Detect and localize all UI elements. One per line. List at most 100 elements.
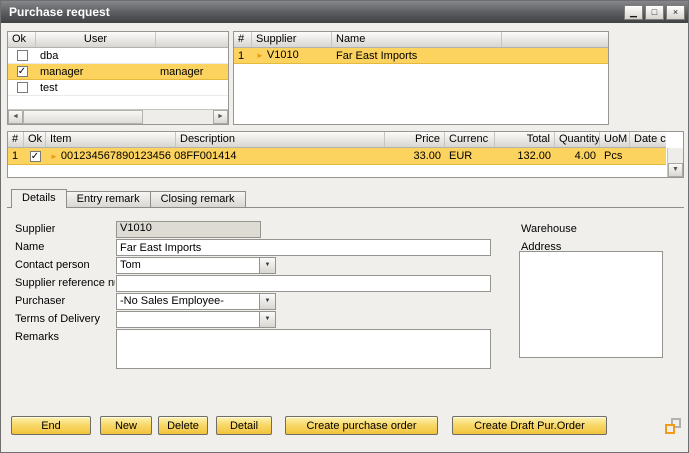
suppliers-col-num[interactable]: # <box>234 32 252 47</box>
row-number-cell: 1 <box>234 49 252 63</box>
detail-button[interactable]: Detail <box>216 416 272 435</box>
supplier-reference-input[interactable] <box>116 275 491 292</box>
items-vertical-scrollbar[interactable]: ▼ <box>667 148 683 177</box>
warehouse-label: Warehouse <box>521 221 577 237</box>
supplier-code: V1010 <box>267 49 299 61</box>
supplier-row[interactable]: 1 ►V1010 Far East Imports <box>234 48 608 64</box>
window-title: Purchase request <box>9 5 110 19</box>
name-input[interactable] <box>116 239 491 256</box>
users-table-header: Ok User <box>8 32 228 48</box>
users-col-ok[interactable]: Ok <box>8 32 36 47</box>
items-table: # Ok Item Description Price Currenc Tota… <box>7 131 684 178</box>
scroll-down-button[interactable]: ▼ <box>668 163 683 177</box>
ok-checkbox[interactable]: ✓ <box>17 66 28 77</box>
ok-checkbox[interactable] <box>17 50 28 61</box>
users-col-extra[interactable] <box>156 32 228 47</box>
items-col-ok[interactable]: Ok <box>24 132 46 147</box>
remarks-input[interactable] <box>116 329 491 369</box>
items-col-date[interactable]: Date c <box>630 132 666 147</box>
supplier-label: Supplier <box>15 221 55 237</box>
items-col-currency[interactable]: Currenc <box>445 132 495 147</box>
name-label: Name <box>15 239 44 255</box>
user-cell: dba <box>36 49 156 63</box>
ok-cell: ✓ <box>24 151 46 162</box>
link-arrow-icon[interactable]: ► <box>256 51 264 60</box>
tab-closing-remark[interactable]: Closing remark <box>151 191 246 208</box>
ok-cell <box>8 82 36 93</box>
items-col-price[interactable]: Price <box>385 132 445 147</box>
address-input[interactable] <box>519 251 663 358</box>
tab-entry-remark[interactable]: Entry remark <box>67 191 151 208</box>
maximize-button[interactable]: □ <box>645 5 664 20</box>
total-cell: 132.00 <box>495 149 555 163</box>
title-bar[interactable]: Purchase request ▁ □ × <box>1 1 688 23</box>
item-row[interactable]: 1 ✓ ►001234567890123456 08FF001414 33.00… <box>8 148 666 165</box>
ok-cell: ✓ <box>8 66 36 77</box>
minimize-icon: ▁ <box>630 7 637 17</box>
suppliers-col-supplier[interactable]: Supplier <box>252 32 332 47</box>
scroll-left-icon: ◄ <box>12 113 19 120</box>
purchaser-value: -No Sales Employee- <box>117 294 259 309</box>
minimize-button[interactable]: ▁ <box>624 5 643 20</box>
items-col-uom[interactable]: UoM <box>600 132 630 147</box>
supplier-field: V1010 <box>116 221 261 238</box>
items-col-item[interactable]: Item <box>46 132 176 147</box>
purchase-request-window: Purchase request ▁ □ × Ok User dba ✓ man… <box>0 0 689 453</box>
currency-cell: EUR <box>445 149 495 163</box>
scroll-right-icon: ► <box>217 113 224 120</box>
terms-of-delivery-value <box>117 312 259 327</box>
close-icon: × <box>673 7 678 17</box>
scroll-left-button[interactable]: ◄ <box>8 110 23 124</box>
scroll-right-button[interactable]: ► <box>213 110 228 124</box>
item-code: 001234567890123456 08FF001414 <box>61 150 237 162</box>
users-table: Ok User dba ✓ manager manager test ◄ ► <box>7 31 229 125</box>
contact-person-label: Contact person <box>15 257 90 273</box>
supplier-code-cell: ►V1010 <box>252 48 332 63</box>
uom-cell: Pcs <box>600 149 630 163</box>
end-button[interactable]: End <box>11 416 91 435</box>
suppliers-col-name[interactable]: Name <box>332 32 502 47</box>
chevron-down-icon[interactable]: ▼ <box>259 312 275 327</box>
link-arrow-icon[interactable]: ► <box>50 152 58 161</box>
user-cell: manager <box>36 65 156 79</box>
users-col-user[interactable]: User <box>36 32 156 47</box>
tab-bar: Details Entry remark Closing remark <box>11 189 246 208</box>
close-button[interactable]: × <box>666 5 685 20</box>
user-row-test[interactable]: test <box>8 80 228 96</box>
users-horizontal-scrollbar[interactable]: ◄ ► <box>8 109 228 124</box>
chevron-down-icon[interactable]: ▼ <box>259 258 275 273</box>
price-cell: 33.00 <box>385 149 445 163</box>
scrollbar-track[interactable] <box>143 110 213 124</box>
new-button[interactable]: New <box>100 416 152 435</box>
user-row-dba[interactable]: dba <box>8 48 228 64</box>
contact-person-select[interactable]: Tom ▼ <box>116 257 276 274</box>
purchaser-select[interactable]: -No Sales Employee- ▼ <box>116 293 276 310</box>
remarks-label: Remarks <box>15 329 59 345</box>
purchaser-label: Purchaser <box>15 293 65 309</box>
items-col-num[interactable]: # <box>8 132 24 147</box>
scroll-down-icon: ▼ <box>672 166 679 173</box>
quantity-cell: 4.00 <box>555 149 600 163</box>
resize-grip-icon[interactable] <box>664 417 682 435</box>
suppliers-table: # Supplier Name 1 ►V1010 Far East Import… <box>233 31 609 125</box>
user-row-manager[interactable]: ✓ manager manager <box>8 64 228 80</box>
delete-button[interactable]: Delete <box>158 416 208 435</box>
supplier-reference-label: Supplier reference nu <box>15 275 115 291</box>
terms-of-delivery-select[interactable]: ▼ <box>116 311 276 328</box>
items-col-total[interactable]: Total <box>495 132 555 147</box>
tab-details[interactable]: Details <box>11 189 67 208</box>
extra-cell: manager <box>156 65 228 79</box>
create-purchase-order-button[interactable]: Create purchase order <box>285 416 438 435</box>
create-draft-pur-order-button[interactable]: Create Draft Pur.Order <box>452 416 607 435</box>
items-col-quantity[interactable]: Quantity <box>555 132 600 147</box>
ok-checkbox[interactable]: ✓ <box>30 151 41 162</box>
scrollbar-thumb[interactable] <box>23 110 143 124</box>
chevron-down-icon[interactable]: ▼ <box>259 294 275 309</box>
maximize-icon: □ <box>652 7 657 17</box>
suppliers-table-header: # Supplier Name <box>234 32 608 48</box>
terms-of-delivery-label: Terms of Delivery <box>15 311 100 327</box>
items-col-description[interactable]: Description <box>176 132 385 147</box>
supplier-name-cell: Far East Imports <box>332 49 502 63</box>
row-number-cell: 1 <box>8 149 24 163</box>
ok-checkbox[interactable] <box>17 82 28 93</box>
